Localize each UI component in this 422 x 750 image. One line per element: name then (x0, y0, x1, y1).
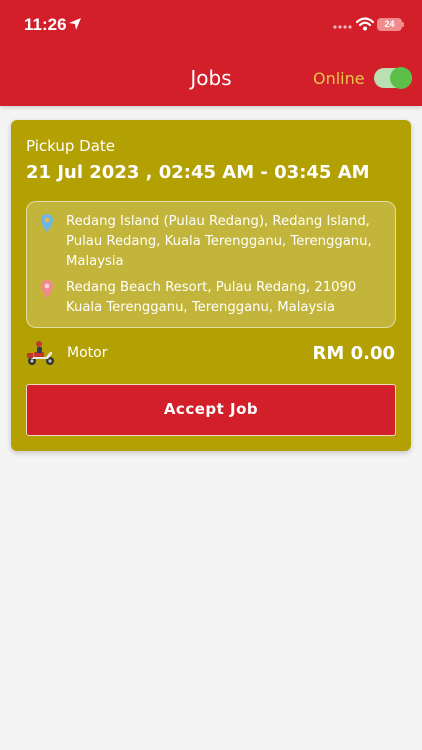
status-time: 11:26 (24, 15, 67, 34)
online-toggle[interactable] (374, 67, 412, 89)
map-pin-icon (41, 214, 53, 232)
toggle-knob (390, 67, 412, 89)
pickup-address: Redang Island (Pulau Redang), Redang Isl… (66, 214, 372, 269)
dropoff-address: Redang Beach Resort, Pulau Redang, 21090… (66, 280, 357, 315)
accept-job-button[interactable]: Accept Job (26, 384, 396, 436)
scooter-icon (27, 341, 54, 365)
wifi-icon (356, 17, 374, 31)
job-price: RM 0.00 (312, 343, 395, 364)
pickup-date-label: Pickup Date (26, 137, 116, 155)
job-card[interactable]: Pickup Date 21 Jul 2023 , 02:45 AM - 03:… (11, 120, 411, 451)
map-pin-icon (41, 280, 53, 298)
online-label: Online (313, 69, 365, 88)
app-header: 11:26 24 Jobs Online (0, 0, 422, 106)
pickup-datetime: 21 Jul 2023 , 02:45 AM - 03:45 AM (26, 162, 370, 183)
battery-indicator: 24 (377, 18, 402, 31)
address-box: Redang Island (Pulau Redang), Redang Isl… (26, 201, 396, 328)
location-arrow-icon (69, 18, 81, 30)
signal-icon (333, 25, 352, 29)
battery-tip (402, 22, 404, 27)
vehicle-type: Motor (67, 345, 108, 361)
